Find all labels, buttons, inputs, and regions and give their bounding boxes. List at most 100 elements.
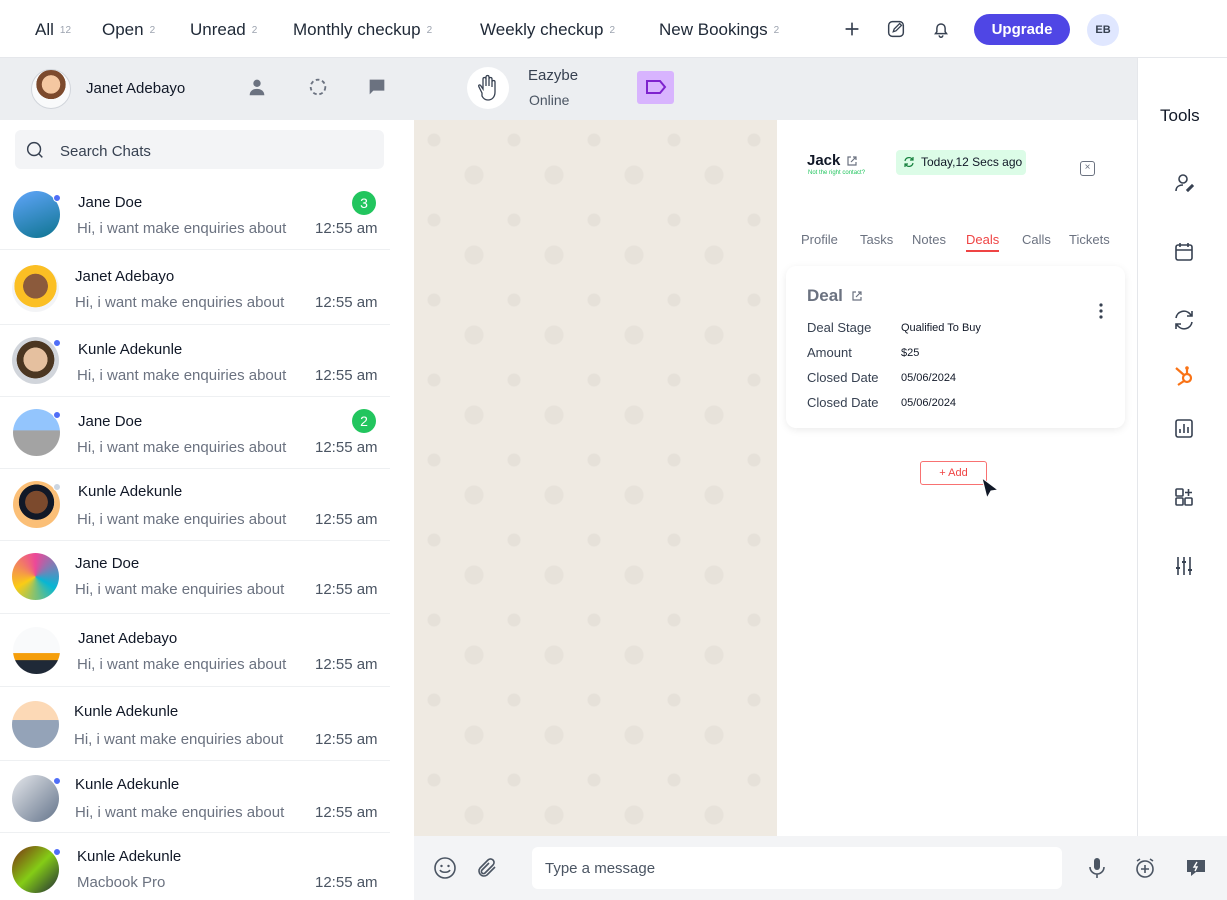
- chat-row[interactable]: Kunle Adekunle Hi, i want make enquiries…: [0, 687, 390, 761]
- deal-field-label: Closed Date: [807, 395, 879, 410]
- message-time: 12:55 am: [315, 581, 378, 598]
- message-time: 12:55 am: [315, 656, 378, 673]
- contact-name: Janet Adebayo: [78, 630, 178, 647]
- contact-avatar: [12, 701, 59, 748]
- search-icon: [26, 141, 43, 158]
- deal-field-value: Qualified To Buy: [901, 322, 981, 334]
- hubspot-icon[interactable]: [1172, 364, 1196, 388]
- sliders-icon[interactable]: [1172, 554, 1196, 578]
- last-message: Hi, i want make enquiries about: [77, 220, 287, 237]
- chat-row[interactable]: Jane Doe Hi, i want make enquiries about…: [0, 176, 390, 250]
- filter-tab-all[interactable]: All 12: [35, 20, 71, 40]
- unread-badge: 3: [352, 191, 376, 215]
- more-options-icon[interactable]: [1095, 302, 1107, 320]
- tab-calls[interactable]: Calls: [1022, 232, 1051, 247]
- offline-dot: [53, 483, 61, 491]
- last-message: Hi, i want make enquiries about: [77, 367, 287, 384]
- chat-row[interactable]: Jane Doe Hi, i want make enquiries about…: [0, 541, 390, 614]
- tab-deals[interactable]: Deals: [966, 232, 1000, 252]
- tab-tasks[interactable]: Tasks: [860, 232, 893, 247]
- deal-field-value: 05/06/2024: [901, 397, 957, 409]
- waving-hand-icon: [478, 74, 496, 101]
- search-input[interactable]: Search Chats: [60, 143, 151, 160]
- tab-profile[interactable]: Profile: [801, 232, 838, 247]
- contact-name: Janet Adebayo: [75, 268, 175, 285]
- contact-name: Kunle Adekunle: [78, 341, 183, 358]
- loading-status-icon[interactable]: [307, 76, 329, 98]
- chat-row[interactable]: Kunle Adekunle Hi, i want make enquiries…: [0, 761, 390, 833]
- message-time: 12:55 am: [315, 294, 378, 311]
- online-dot: [53, 777, 61, 785]
- agent-avatar[interactable]: [31, 69, 71, 109]
- deal-field-label: Closed Date: [807, 370, 879, 385]
- contact-name: Jane Doe: [78, 413, 143, 430]
- user-icon[interactable]: [246, 76, 268, 98]
- contact-name: Kunle Adekunle: [75, 776, 180, 793]
- upgrade-button[interactable]: Upgrade: [974, 14, 1070, 45]
- filter-count: 12: [59, 25, 72, 36]
- filter-count: 2: [609, 25, 616, 36]
- message-time: 12:55 am: [315, 367, 378, 384]
- apps-icon[interactable]: [1172, 485, 1196, 509]
- filter-tab-new-bookings[interactable]: New Bookings 2: [659, 20, 779, 40]
- external-link-icon[interactable]: [851, 290, 863, 302]
- message-time: 12:55 am: [315, 439, 378, 456]
- mouse-cursor-icon: [981, 476, 1000, 500]
- tab-tickets[interactable]: Tickets: [1069, 232, 1110, 247]
- schedule-message-icon[interactable]: [1133, 856, 1157, 880]
- message-input[interactable]: [532, 847, 1062, 889]
- online-dot: [53, 194, 61, 202]
- bell-icon[interactable]: [930, 18, 952, 40]
- last-message: Hi, i want make enquiries about: [75, 294, 285, 311]
- calendar-icon[interactable]: [1172, 240, 1196, 264]
- deal-field-value: $25: [901, 347, 920, 359]
- chat-row[interactable]: Janet Adebayo Hi, i want make enquiries …: [0, 250, 390, 325]
- message-time: 12:55 am: [315, 874, 378, 891]
- filter-count: 2: [251, 25, 258, 36]
- chat-row[interactable]: Janet Adebayo Hi, i want make enquiries …: [0, 614, 390, 687]
- emoji-icon[interactable]: [433, 856, 457, 880]
- filter-label: All: [35, 20, 54, 39]
- chat-bubble-icon[interactable]: [366, 76, 388, 98]
- last-message: Macbook Pro: [77, 874, 166, 891]
- filter-count: 2: [149, 25, 156, 36]
- add-label: Add: [948, 467, 968, 479]
- filter-label: Unread: [190, 20, 246, 39]
- analytics-icon[interactable]: [1172, 416, 1196, 440]
- filter-tab-monthly-checkup[interactable]: Monthly checkup 2: [293, 20, 432, 40]
- chat-row[interactable]: Kunle Adekunle Hi, i want make enquiries…: [0, 469, 390, 541]
- bot-status: Online: [529, 92, 570, 108]
- deal-field-value: 05/06/2024: [901, 372, 957, 384]
- message-time: 12:55 am: [315, 804, 378, 821]
- contact-name: Kunle Adekunle: [78, 483, 183, 500]
- external-link-icon[interactable]: [846, 155, 858, 167]
- contact-edit-icon[interactable]: [1172, 171, 1196, 195]
- add-deal-button[interactable]: + Add: [920, 461, 987, 485]
- contact-avatar: [13, 627, 60, 674]
- label-tag-button[interactable]: [637, 71, 674, 104]
- online-dot: [53, 411, 61, 419]
- quick-reply-icon[interactable]: [1184, 856, 1208, 880]
- tab-notes[interactable]: Notes: [912, 232, 946, 247]
- edit-icon[interactable]: [885, 18, 907, 40]
- close-panel-button[interactable]: ×: [1080, 161, 1095, 176]
- filter-tab-unread[interactable]: Unread 2: [190, 20, 257, 40]
- deal-title: Deal: [807, 286, 843, 305]
- refresh-icon[interactable]: [1172, 308, 1196, 332]
- filter-tab-weekly-checkup[interactable]: Weekly checkup 2: [480, 20, 615, 40]
- online-dot: [53, 339, 61, 347]
- chat-row[interactable]: Kunle Adekunle Hi, i want make enquiries…: [0, 325, 390, 397]
- plus-icon[interactable]: [841, 18, 863, 40]
- chat-row[interactable]: Kunle Adekunle Macbook Pro 12:55 am: [0, 833, 390, 900]
- not-right-contact-link[interactable]: Not the right contact?: [808, 170, 865, 176]
- attachment-icon[interactable]: [475, 856, 499, 880]
- online-dot: [53, 848, 61, 856]
- chat-row[interactable]: Jane Doe Hi, i want make enquiries about…: [0, 397, 390, 469]
- app-root: All 12 Open 2 Unread 2 Monthly checkup 2 Wee…: [0, 0, 1227, 900]
- message-time: 12:55 am: [315, 731, 378, 748]
- contact-avatar: [12, 553, 59, 600]
- filter-tab-open[interactable]: Open 2: [102, 20, 155, 40]
- last-message: Hi, i want make enquiries about: [75, 804, 285, 821]
- user-avatar[interactable]: EB: [1087, 14, 1119, 46]
- microphone-icon[interactable]: [1085, 856, 1109, 880]
